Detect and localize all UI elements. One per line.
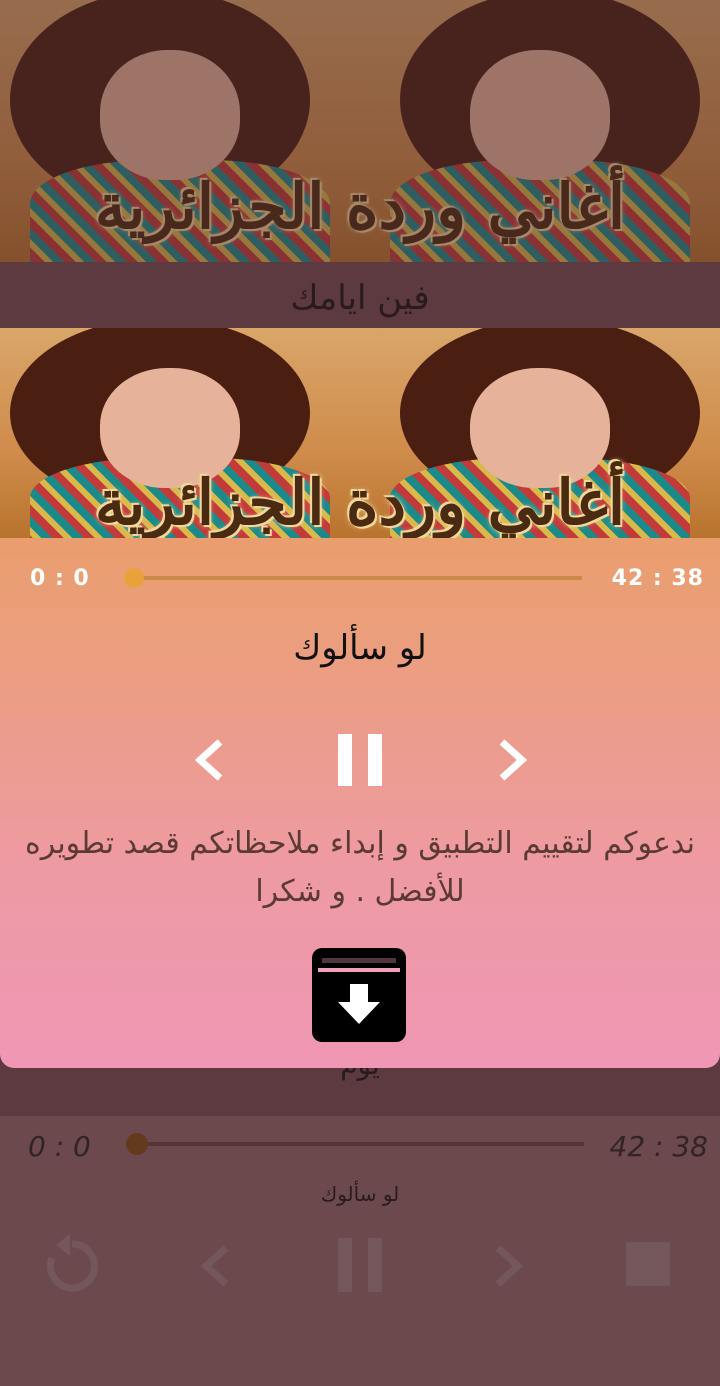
seek-handle[interactable] [124,568,144,588]
seek-bar[interactable] [134,576,582,580]
chevron-left-icon[interactable] [192,738,228,786]
player-dialog: أغاني وردة الجزائرية 0 : 0 42 : 38 لو سأ… [0,328,720,1068]
song-title: لو سألوك [293,628,427,668]
total-time: 42 : 38 [611,566,704,591]
banner-title: أغاني وردة الجزائرية [94,466,626,538]
elapsed-time: 0 : 0 [30,566,90,591]
chevron-right-icon[interactable] [494,738,530,786]
pause-icon[interactable] [336,734,384,790]
dialog-album-banner: أغاني وردة الجزائرية [0,328,720,538]
download-icon[interactable] [312,948,406,1042]
rating-message: ندعوكم لتقييم التطبيق و إبداء ملاحظاتكم … [25,826,695,909]
